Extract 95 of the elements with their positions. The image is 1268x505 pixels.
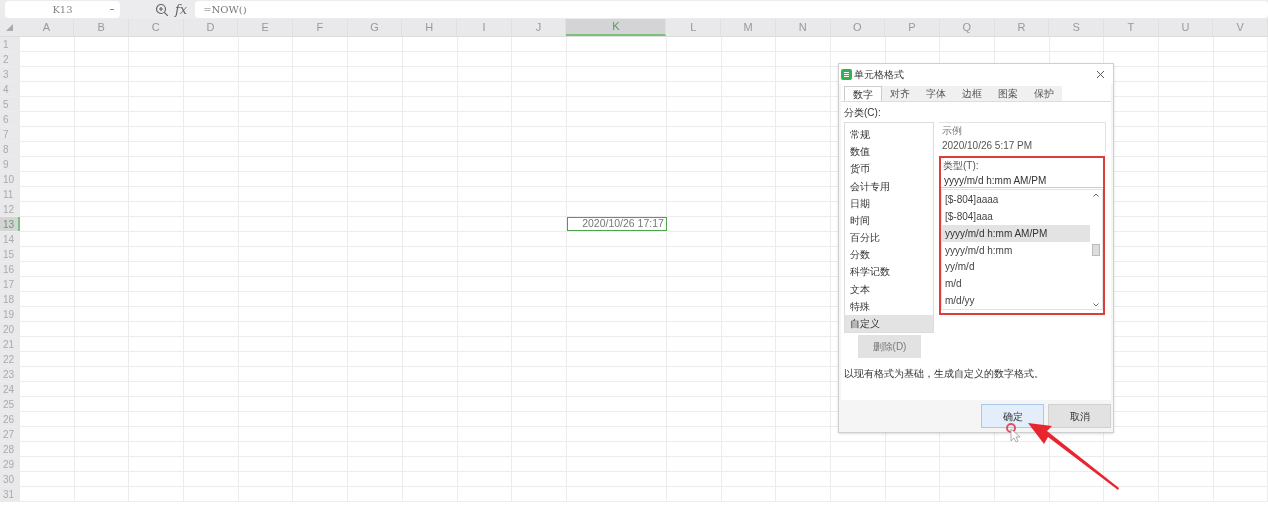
tab[interactable]: 保护 [1026,86,1062,101]
column-header[interactable]: P [885,19,940,36]
category-item[interactable]: 数值 [845,143,933,161]
row-header[interactable]: 28 [0,442,20,456]
type-option[interactable]: m/d [942,275,1090,293]
category-item[interactable]: 会计专用 [845,177,933,195]
type-option[interactable]: yyyy/m/d h:mm [942,241,1090,259]
column-header[interactable]: V [1213,19,1268,36]
column-header[interactable]: B [74,19,129,36]
column-header[interactable]: E [238,19,293,36]
category-item[interactable]: 百分比 [845,229,933,247]
row-header[interactable]: 18 [0,292,20,306]
tab[interactable]: 对齐 [882,86,918,101]
row-header[interactable]: 13 [0,217,20,231]
scroll-up-icon[interactable] [1093,193,1099,197]
row-header[interactable]: 30 [0,472,20,486]
row-header[interactable]: 17 [0,277,20,291]
row-header[interactable]: 2 [0,52,20,66]
row-header[interactable]: 25 [0,397,20,411]
function-label[interactable]: fx [175,0,188,20]
row-header[interactable]: 14 [0,232,20,246]
dialog-title: 单元格格式 [854,67,905,82]
dialog-button[interactable]: 取消 [1048,404,1111,428]
tab[interactable]: 边框 [954,86,990,101]
tab[interactable]: 数字 [844,86,882,101]
dialog-button[interactable]: 确定 [981,404,1044,428]
row-header[interactable]: 31 [0,487,20,501]
type-option[interactable]: yy/m/d [942,258,1090,276]
row-header[interactable]: 3 [0,67,20,81]
category-item[interactable]: 自定义 [845,314,933,333]
formula-field[interactable]: =NOW() [195,1,1268,18]
column-header[interactable]: G [347,19,403,36]
scroll-down-icon[interactable] [1093,303,1099,307]
row-header[interactable]: 6 [0,112,20,126]
category-item[interactable]: 科学记数 [845,263,933,281]
type-option[interactable]: [$-804]aaaa [942,191,1090,208]
row-header[interactable]: 24 [0,382,20,396]
column-header[interactable]: L [666,19,722,36]
row-header[interactable]: 10 [0,172,20,186]
row-header[interactable]: 15 [0,247,20,261]
row-header[interactable]: 20 [0,322,20,336]
category-item[interactable]: 常规 [845,126,933,144]
row-header[interactable]: 11 [0,187,20,201]
row-header[interactable]: 27 [0,427,20,441]
category-item[interactable]: 特殊 [845,297,933,315]
row-header[interactable]: 12 [0,202,20,216]
category-item[interactable]: 分数 [845,246,933,264]
row-header[interactable]: 8 [0,142,20,156]
column-header[interactable]: D [183,19,239,36]
close-icon[interactable] [1096,69,1105,79]
row-header[interactable]: 22 [0,352,20,366]
type-option[interactable]: m/d/yy [942,292,1090,309]
column-header[interactable]: U [1158,19,1214,36]
scroll-thumb[interactable] [1092,244,1100,256]
category-label: 分类(C): [844,106,882,120]
type-option[interactable]: [$-804]aaa [942,207,1090,225]
row-header[interactable]: 26 [0,412,20,426]
type-option[interactable]: yyyy/m/d h:mm AM/PM [942,224,1090,242]
description-text: 以现有格式为基础，生成自定义的数字格式。 [844,367,1045,381]
zoom-icon[interactable] [155,2,169,17]
column-header[interactable]: Q [939,19,995,36]
row-header[interactable]: 19 [0,307,20,321]
category-item[interactable]: 货币 [845,160,933,178]
row-header[interactable]: 16 [0,262,20,276]
category-item[interactable]: 文本 [845,280,933,298]
column-header[interactable]: O [830,19,886,36]
row-header[interactable]: 4 [0,82,20,96]
row-header[interactable]: 5 [0,97,20,111]
column-header[interactable]: C [128,19,184,36]
row-header[interactable]: 9 [0,157,20,171]
column-header[interactable]: T [1103,19,1159,36]
column-header[interactable]: A [19,19,75,36]
row-header[interactable]: 29 [0,457,20,471]
row-header[interactable]: 23 [0,367,20,381]
name-box[interactable]: K13 [5,1,120,18]
column-header[interactable]: F [293,19,348,36]
category-item[interactable]: 时间 [845,211,933,230]
column-header[interactable]: M [721,19,776,36]
column-header[interactable]: N [775,19,831,36]
column-header[interactable]: K [566,19,667,36]
table-cell[interactable]: 2020/10/26 17:17 [566,217,667,231]
type-field[interactable]: yyyy/m/d h:mm AM/PM [941,173,1103,188]
scrollbar[interactable] [1090,191,1102,309]
type-label: 类型(T): [942,159,980,173]
row-header[interactable]: 1 [0,37,20,51]
category-item[interactable]: 日期 [845,194,933,212]
column-header[interactable]: S [1049,19,1104,36]
tab[interactable]: 字体 [918,86,954,101]
row-header[interactable]: 21 [0,337,20,351]
tab[interactable]: 图案 [990,86,1026,101]
sample-label: 示例 [942,124,963,138]
column-header[interactable]: R [994,19,1050,36]
column-header[interactable]: H [402,19,458,36]
row-header[interactable]: 7 [0,127,20,141]
sample-value: 2020/10/26 5:17 PM [942,139,1034,153]
